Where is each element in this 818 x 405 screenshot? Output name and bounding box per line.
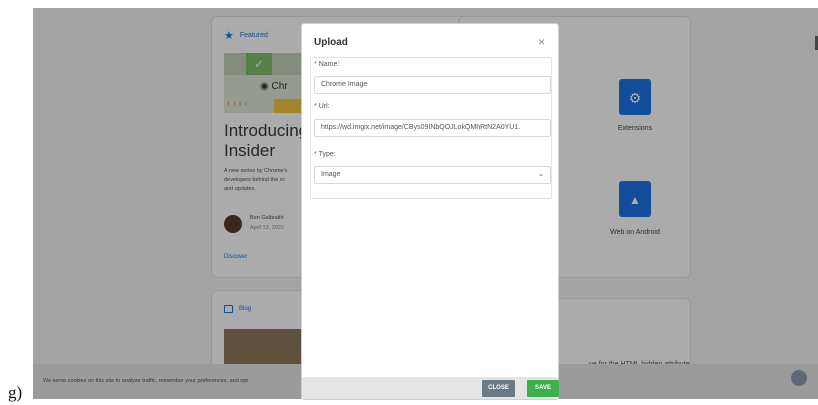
name-label-text: Name: — [318, 61, 340, 68]
close-button[interactable]: CLOSE — [482, 380, 515, 397]
dialog-title: Upload — [314, 37, 348, 48]
featured-header: ★ Featured — [224, 29, 268, 42]
dialog-footer: CLOSE SAVE — [302, 377, 559, 399]
cookie-text: We serve cookies on this site to analyze… — [43, 378, 248, 384]
image-tile — [224, 53, 246, 75]
avatar — [224, 215, 242, 233]
star-icon: ★ — [224, 30, 234, 42]
discover-link[interactable]: Discover — [224, 254, 247, 260]
type-label: * Type: — [314, 151, 336, 158]
chevron-down-icon: ⌄ — [538, 171, 544, 178]
required-mark: * — [314, 103, 317, 110]
name-label: * Name: — [314, 61, 339, 68]
required-mark: * — [314, 61, 317, 68]
featured-image: ✓ ◉ Chr ╷╷╷╷ — [224, 53, 304, 113]
puzzle-icon[interactable]: ⚙ — [619, 79, 651, 115]
close-icon[interactable]: × — [538, 35, 545, 49]
featured-label: Featured — [239, 32, 268, 39]
blog-header: Blog — [224, 305, 251, 313]
image-chrome-label: Chr — [271, 81, 288, 92]
type-label-text: Type: — [318, 151, 336, 158]
upload-dialog: Upload × * Name: Chrome Image * Url: htt… — [301, 23, 559, 400]
image-tile-check: ✓ — [246, 53, 272, 75]
chat-bubble-icon[interactable] — [791, 370, 807, 386]
screenshot-stage: g) ★ Featured ✓ ◉ Chr ╷╷╷╷ Introducing I… — [0, 0, 818, 405]
featured-description: A new series by Chrome's developers behi… — [224, 168, 288, 192]
image-bars: ╷╷╷╷ — [226, 97, 250, 106]
image-tile — [272, 53, 304, 75]
name-field[interactable]: Chrome Image — [314, 76, 551, 94]
blog-icon — [224, 305, 233, 313]
blog-image — [224, 329, 304, 369]
blog-label: Blog — [239, 306, 252, 312]
save-button[interactable]: SAVE — [527, 380, 559, 397]
extensions-label[interactable]: Extensions — [587, 125, 683, 132]
required-mark: * — [314, 151, 317, 158]
featured-title[interactable]: Introducing Insider — [224, 121, 308, 161]
type-select-value: Image — [321, 171, 341, 178]
android-icon[interactable]: ▲ — [619, 181, 651, 217]
type-select[interactable]: Image ⌄ — [314, 166, 551, 184]
web-on-android-label[interactable]: Web on Android — [583, 229, 687, 236]
image-play-block — [274, 99, 304, 113]
url-label-text: Url: — [318, 103, 330, 110]
image-chrome-text: ◉ Chr — [260, 81, 288, 92]
figure-label: g) — [8, 383, 23, 402]
author-date: April 13, 2022 — [250, 225, 284, 231]
author-name: Ben Galbraith — [250, 215, 284, 221]
url-field[interactable]: https://wd.imgix.net/image/CBys09INbQOJL… — [314, 119, 551, 137]
url-label: * Url: — [314, 103, 330, 110]
